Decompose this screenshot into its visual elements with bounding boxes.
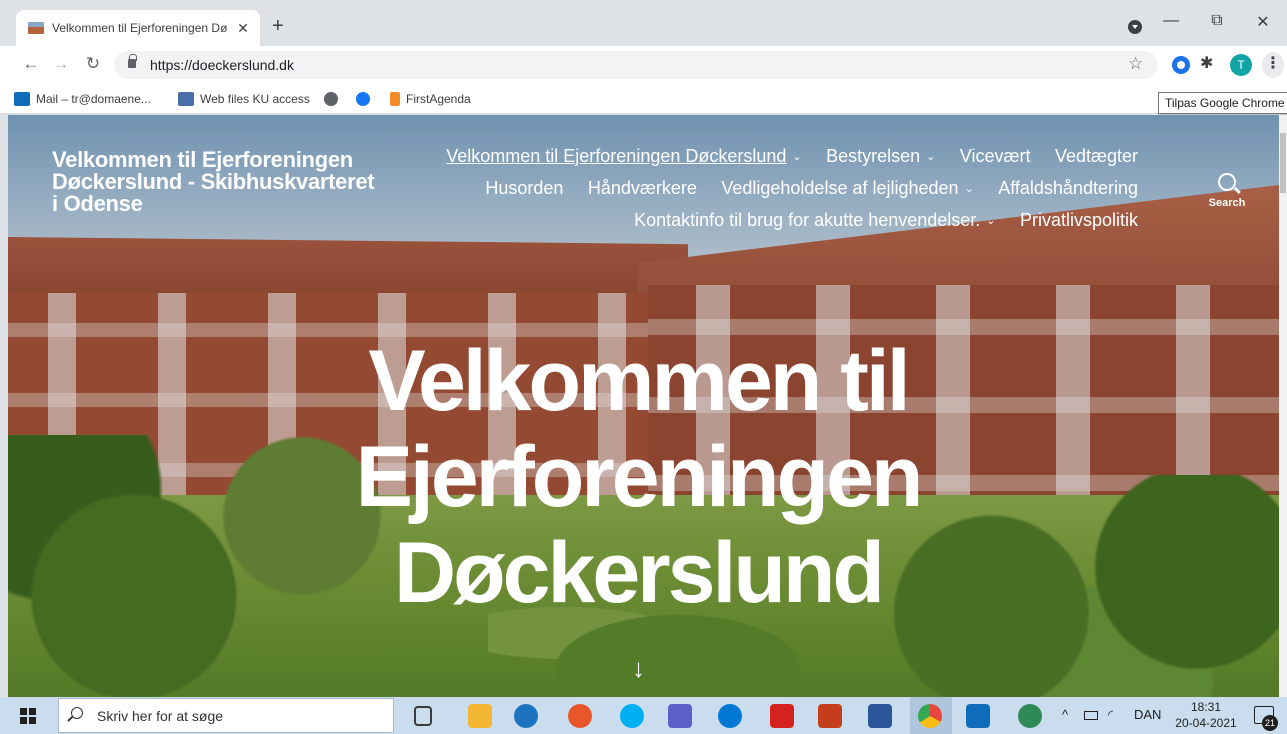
site-search-button[interactable]: Search — [1204, 173, 1250, 209]
hero-section: Velkommen til Ejerforeningen Døckerslund… — [8, 115, 1279, 697]
tab-title: Velkommen til Ejerforeningen Dø — [52, 21, 228, 35]
profile-avatar[interactable]: T — [1230, 54, 1252, 76]
wifi-icon[interactable]: ◜ — [1108, 707, 1113, 723]
lock-icon[interactable] — [128, 54, 137, 68]
search-label: Search — [1208, 197, 1246, 209]
nav-item-vicevaert[interactable]: Vicevært — [960, 141, 1031, 171]
skype-business-icon[interactable] — [718, 704, 742, 728]
battery-icon[interactable] — [1084, 711, 1098, 720]
search-icon — [71, 707, 83, 719]
tab-search-icon[interactable] — [1128, 20, 1142, 34]
browser-tabstrip: Velkommen til Ejerforeningen Dø ✕ + — ⧉ … — [0, 0, 1287, 46]
extensions-puzzle-icon[interactable]: ✱ — [1200, 53, 1218, 72]
windows-taskbar: Skriv her for at søge ^ ◜ DAN 18:31 20-0… — [0, 697, 1287, 734]
back-button[interactable]: ← — [20, 54, 42, 74]
powerpoint-icon[interactable] — [818, 704, 842, 728]
bookmark-star-icon[interactable]: ☆ — [1128, 54, 1143, 74]
nav-item-bestyrelsen[interactable]: Bestyrelsen ⌄ — [826, 141, 935, 172]
outlook-icon — [14, 92, 30, 106]
scrollbar-thumb[interactable] — [1280, 133, 1286, 193]
forward-button[interactable]: → — [50, 54, 72, 74]
bookmark-label: Mail – tr@domaene... — [36, 92, 151, 106]
bookmark-firstagenda[interactable]: FirstAgenda — [390, 90, 471, 108]
chrome-icon[interactable] — [918, 704, 942, 728]
url-text[interactable]: https://doeckerslund.dk — [150, 57, 294, 73]
new-tab-button[interactable]: + — [272, 16, 284, 36]
close-window-button[interactable]: ✕ — [1240, 12, 1286, 32]
word-icon[interactable] — [868, 704, 892, 728]
scroll-down-arrow-icon[interactable]: ↓ — [632, 653, 645, 684]
nav-item-kontaktinfo[interactable]: Kontaktinfo til brug for akutte henvende… — [634, 205, 995, 236]
language-indicator[interactable]: DAN — [1134, 707, 1161, 722]
firefox-icon[interactable] — [568, 704, 592, 728]
nav-item-affaldshaandtering[interactable]: Affaldshåndtering — [998, 173, 1138, 203]
ku-icon — [178, 92, 194, 106]
outlook-icon[interactable] — [966, 704, 990, 728]
bookmark-web-files[interactable]: Web files KU access — [178, 90, 310, 108]
acrobat-icon[interactable] — [770, 704, 794, 728]
bookmarks-bar: Mail – tr@domaene... Web files KU access… — [0, 84, 1287, 114]
extension-icon[interactable] — [1172, 56, 1190, 74]
nav-item-privatlivspolitik[interactable]: Privatlivspolitik — [1020, 205, 1138, 235]
nav-item-haandvaerkere[interactable]: Håndværkere — [588, 173, 697, 203]
chevron-down-icon[interactable]: ⌄ — [926, 142, 935, 172]
edge-legacy-icon[interactable] — [514, 704, 538, 728]
taskbar-clock[interactable]: 18:31 20-04-2021 — [1172, 699, 1240, 731]
clock-date: 20-04-2021 — [1175, 716, 1237, 730]
tray-chevron-icon[interactable]: ^ — [1062, 707, 1068, 722]
windows-start-icon[interactable] — [20, 708, 36, 724]
chevron-down-icon[interactable]: ⌄ — [792, 142, 801, 172]
firstagenda-icon — [390, 92, 400, 106]
chrome-menu-button[interactable]: ⋮ — [1262, 52, 1284, 78]
teams-icon[interactable] — [668, 704, 692, 728]
skype-icon[interactable] — [620, 704, 644, 728]
page-scrollbar[interactable] — [1279, 115, 1287, 697]
tab-close-icon[interactable]: ✕ — [234, 20, 252, 37]
file-explorer-icon[interactable] — [468, 704, 492, 728]
task-view-icon[interactable] — [414, 706, 432, 726]
clock-time: 18:31 — [1190, 700, 1222, 714]
tooltip: Tilpas Google Chrome — [1158, 92, 1287, 114]
address-bar[interactable]: https://doeckerslund.dk ☆ — [114, 51, 1158, 79]
taskbar-search-box[interactable]: Skriv her for at søge — [58, 698, 394, 733]
nav-item-vedtaegter[interactable]: Vedtægter — [1055, 141, 1138, 171]
chevron-down-icon[interactable]: ⌄ — [986, 206, 995, 236]
taskbar-search-placeholder: Skriv her for at søge — [97, 708, 224, 724]
site-navigation: Velkommen til Ejerforeningen Døckerslund… — [308, 141, 1138, 237]
hero-title: Velkommen til Ejerforeningen Døckerslund — [355, 333, 924, 621]
minimize-button[interactable]: — — [1148, 12, 1194, 30]
nav-item-vedligeholdelse[interactable]: Vedligeholdelse af lejligheden ⌄ — [721, 173, 973, 204]
nav-item-husorden[interactable]: Husorden — [485, 173, 563, 203]
bookmark-mail[interactable]: Mail – tr@domaene... — [14, 90, 151, 108]
reload-button[interactable]: ↻ — [82, 54, 104, 74]
globe-icon — [324, 92, 338, 106]
restore-button[interactable]: ⧉ — [1194, 12, 1240, 30]
notification-count-badge: 21 — [1262, 715, 1278, 731]
site-favicon-icon — [28, 22, 44, 34]
search-icon — [1218, 173, 1236, 191]
nav-item-velkommen[interactable]: Velkommen til Ejerforeningen Døckerslund… — [446, 141, 801, 172]
browser-toolbar: ← → ↻ https://doeckerslund.dk ☆ ✱ T ⋮ — [0, 46, 1287, 84]
bookmark-facebook[interactable] — [356, 90, 376, 108]
facebook-icon — [356, 92, 370, 106]
bookmark-label: Web files KU access — [200, 92, 310, 106]
chevron-down-icon[interactable]: ⌄ — [965, 174, 974, 204]
browser-tab[interactable]: Velkommen til Ejerforeningen Dø ✕ — [16, 10, 260, 46]
bookmark-globe[interactable] — [324, 90, 344, 108]
bookmark-label: FirstAgenda — [406, 92, 471, 106]
globe-app-icon[interactable] — [1018, 704, 1042, 728]
